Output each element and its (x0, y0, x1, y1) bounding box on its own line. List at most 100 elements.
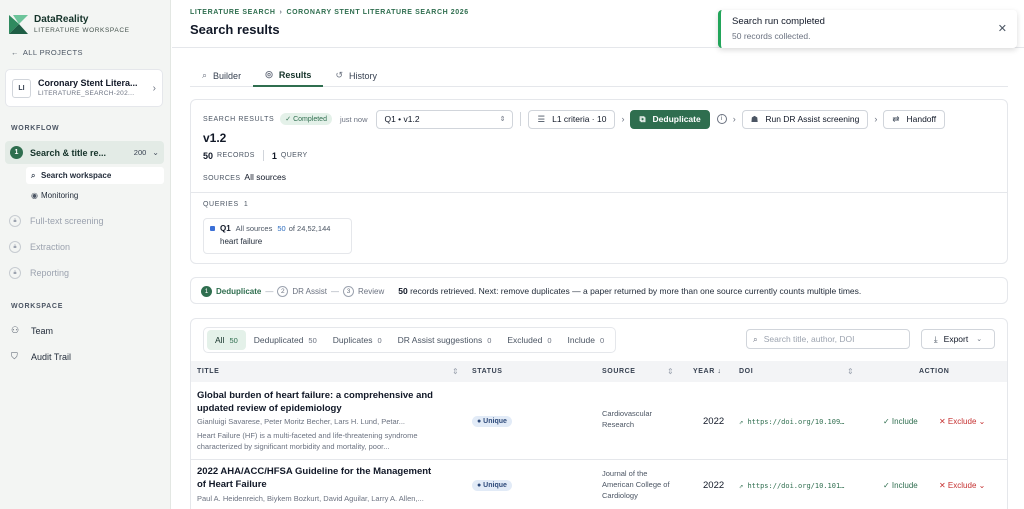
sidebar-item-full-text-screening[interactable]: 🔒︎ Full-text screening (9, 215, 104, 227)
swap-icon: ⇄ (892, 113, 900, 124)
sidebar-item-extraction[interactable]: 🔒︎ Extraction (9, 241, 70, 253)
app-subtitle: LITERATURE WORKSPACE (34, 27, 130, 34)
close-icon[interactable]: ✕ (998, 22, 1007, 35)
sort-icon[interactable]: ⇕ (452, 367, 459, 376)
step-review[interactable]: Review (358, 287, 384, 296)
col-year[interactable]: YEAR ↓ (693, 368, 722, 375)
export-label: Export (943, 334, 969, 344)
deduplicate-label: Deduplicate (652, 114, 701, 124)
table-row[interactable]: Global burden of heart failure: a compre… (191, 382, 1007, 460)
toast-notification: Search run completed 50 records collecte… (718, 10, 1017, 48)
criteria-button[interactable]: ☰ L1 criteria · 10 (528, 109, 616, 129)
team-icon: ⚇ (11, 325, 20, 335)
row-authors: Gianluigi Savarese, Peter Moritz Becher,… (197, 417, 406, 426)
all-projects-link[interactable]: ← ALL PROJECTS (11, 48, 83, 57)
chevron-updown-icon: ⇕ (499, 116, 506, 123)
col-action: ACTION (919, 368, 950, 375)
row-doi-link[interactable]: ⇗ https://doi.org/10.101… (739, 482, 844, 490)
tab-builder[interactable]: ⌕ Builder (190, 64, 253, 87)
sidebar-item-search-workspace[interactable]: ⌕ Search workspace (26, 167, 164, 184)
selected-version: Q1 • v1.2 (384, 114, 420, 124)
row-year: 2022 (703, 480, 725, 491)
query-id: Q1 (220, 224, 231, 233)
sidebar-item-audit-trail[interactable]: ⛉ Audit Trail (11, 351, 71, 362)
filter-label: All (215, 335, 225, 345)
record-count: 200 (133, 148, 147, 157)
row-doi-link[interactable]: ⇗ https://doi.org/10.109… (739, 418, 844, 426)
table-row[interactable]: 2022 AHA/ACC/HFSA Guideline for the Mana… (191, 460, 1007, 509)
sidebar-subitem-label: Search workspace (41, 171, 112, 180)
filter-chips: All 50 Deduplicated 50 Duplicates 0 DR Assi… (203, 327, 617, 353)
run-timestamp: just now (339, 114, 368, 124)
search-summary-card: SEARCH RESULTS ✓ Completed just now Q1 •… (190, 99, 1008, 264)
tab-results[interactable]: ◎ Results (253, 64, 324, 87)
row-title[interactable]: Global burden of heart failure: a compre… (197, 389, 439, 415)
sidebar-item-reporting[interactable]: 🔒︎ Reporting (9, 267, 69, 279)
step-connector: — (265, 286, 274, 296)
queries-label: QUERIES (203, 201, 239, 208)
include-button[interactable]: ✓ Include (883, 481, 918, 490)
query-version-select[interactable]: Q1 • v1.2 ⇕ (376, 109, 514, 129)
exclude-button[interactable]: ✕ Exclude ⌄ (939, 417, 985, 426)
status-badge: ✓ Completed (280, 113, 332, 125)
filter-excluded[interactable]: Excluded 0 (499, 330, 559, 350)
status-badge: ● Unique (472, 480, 512, 491)
records-label: RECORDS (217, 152, 255, 159)
col-doi[interactable]: DOI (739, 368, 753, 375)
project-name: Coronary Stent Litera... (38, 78, 138, 88)
step-message-count: 50 (398, 286, 408, 296)
project-id: LITERATURE_SEARCH-202... (38, 90, 135, 97)
workflow-section-label: WORKFLOW (11, 125, 60, 132)
sidebar-item-search-title-review[interactable]: 1 Search & title re... 200 ⌄ (5, 141, 164, 164)
sidebar-item-label: Extraction (30, 242, 71, 252)
project-avatar: LI (12, 78, 31, 98)
step-connector: — (331, 286, 340, 296)
filter-include[interactable]: Include 0 (560, 330, 613, 350)
project-switcher[interactable]: LI Coronary Stent Litera... LITERATURE_S… (5, 69, 163, 107)
tab-label: Results (278, 69, 312, 80)
include-button[interactable]: ✓ Include (883, 417, 918, 426)
filter-dr-assist-suggestions[interactable]: DR Assist suggestions 0 (390, 330, 500, 350)
row-source: Cardiovascular Research (602, 409, 653, 429)
exclude-button[interactable]: ✕ Exclude ⌄ (939, 481, 985, 490)
chevron-down-icon[interactable]: ⌄ (152, 148, 159, 157)
divider (262, 150, 264, 161)
row-title[interactable]: 2022 AHA/ACC/HFSA Guideline for the Mana… (197, 465, 439, 491)
sidebar-item-label: Full-text screening (30, 216, 104, 226)
tab-label: History (348, 70, 377, 81)
tab-history[interactable]: ↺ History (323, 64, 389, 87)
handoff-label: Handoff (906, 114, 937, 124)
step-1-number: 1 (201, 285, 212, 297)
step-dr-assist[interactable]: DR Assist (292, 287, 327, 296)
sort-icon[interactable]: ⇕ (847, 367, 854, 376)
filter-duplicates[interactable]: Duplicates 0 (325, 330, 390, 350)
handoff-button[interactable]: ⇄ Handoff (883, 109, 946, 129)
app-logo[interactable]: DataReality LITERATURE WORKSPACE (9, 14, 130, 35)
table-search-input[interactable]: ⌕ Search title, author, DOI (746, 329, 910, 349)
col-source[interactable]: SOURCE (602, 368, 636, 375)
table-header: TITLE ⇕ STATUS SOURCE ⇕ YEAR ↓ DOI ⇕ ACT… (191, 361, 1007, 382)
info-icon[interactable]: i (716, 114, 727, 124)
filter-count: 0 (487, 335, 492, 345)
sidebar-item-monitoring[interactable]: ◉ Monitoring (26, 187, 164, 204)
step-deduplicate[interactable]: Deduplicate (216, 287, 261, 296)
sidebar-item-team[interactable]: ⚇ Team (11, 325, 53, 336)
filter-all[interactable]: All 50 (207, 330, 246, 350)
tab-label: Builder (213, 70, 242, 81)
deduplicate-button[interactable]: ⧉ Deduplicate (630, 109, 710, 129)
query-card[interactable]: Q1 All sources 50 of 24,52,144 heart fai… (203, 218, 352, 254)
col-status[interactable]: STATUS (472, 368, 503, 375)
lock-icon: 🔒︎ (9, 241, 21, 253)
filter-label: Excluded (507, 335, 543, 345)
col-title[interactable]: TITLE (197, 368, 219, 375)
sort-icon[interactable]: ⇕ (667, 367, 674, 376)
filter-label: Duplicates (332, 335, 373, 345)
lock-icon: 🔒︎ (9, 267, 21, 279)
filter-deduplicated[interactable]: Deduplicated 50 (246, 330, 325, 350)
run-screening-button[interactable]: ☗ Run DR Assist screening (741, 109, 869, 129)
breadcrumb-literature-search[interactable]: LITERATURE SEARCH (190, 9, 276, 16)
queries-count: 1 (243, 201, 249, 208)
breadcrumb-project[interactable]: CORONARY STENT LITERATURE SEARCH 2026 (286, 9, 468, 16)
status-badge: ● Unique (472, 416, 512, 427)
export-button[interactable]: ⤓ Export ⌄ (921, 329, 995, 349)
